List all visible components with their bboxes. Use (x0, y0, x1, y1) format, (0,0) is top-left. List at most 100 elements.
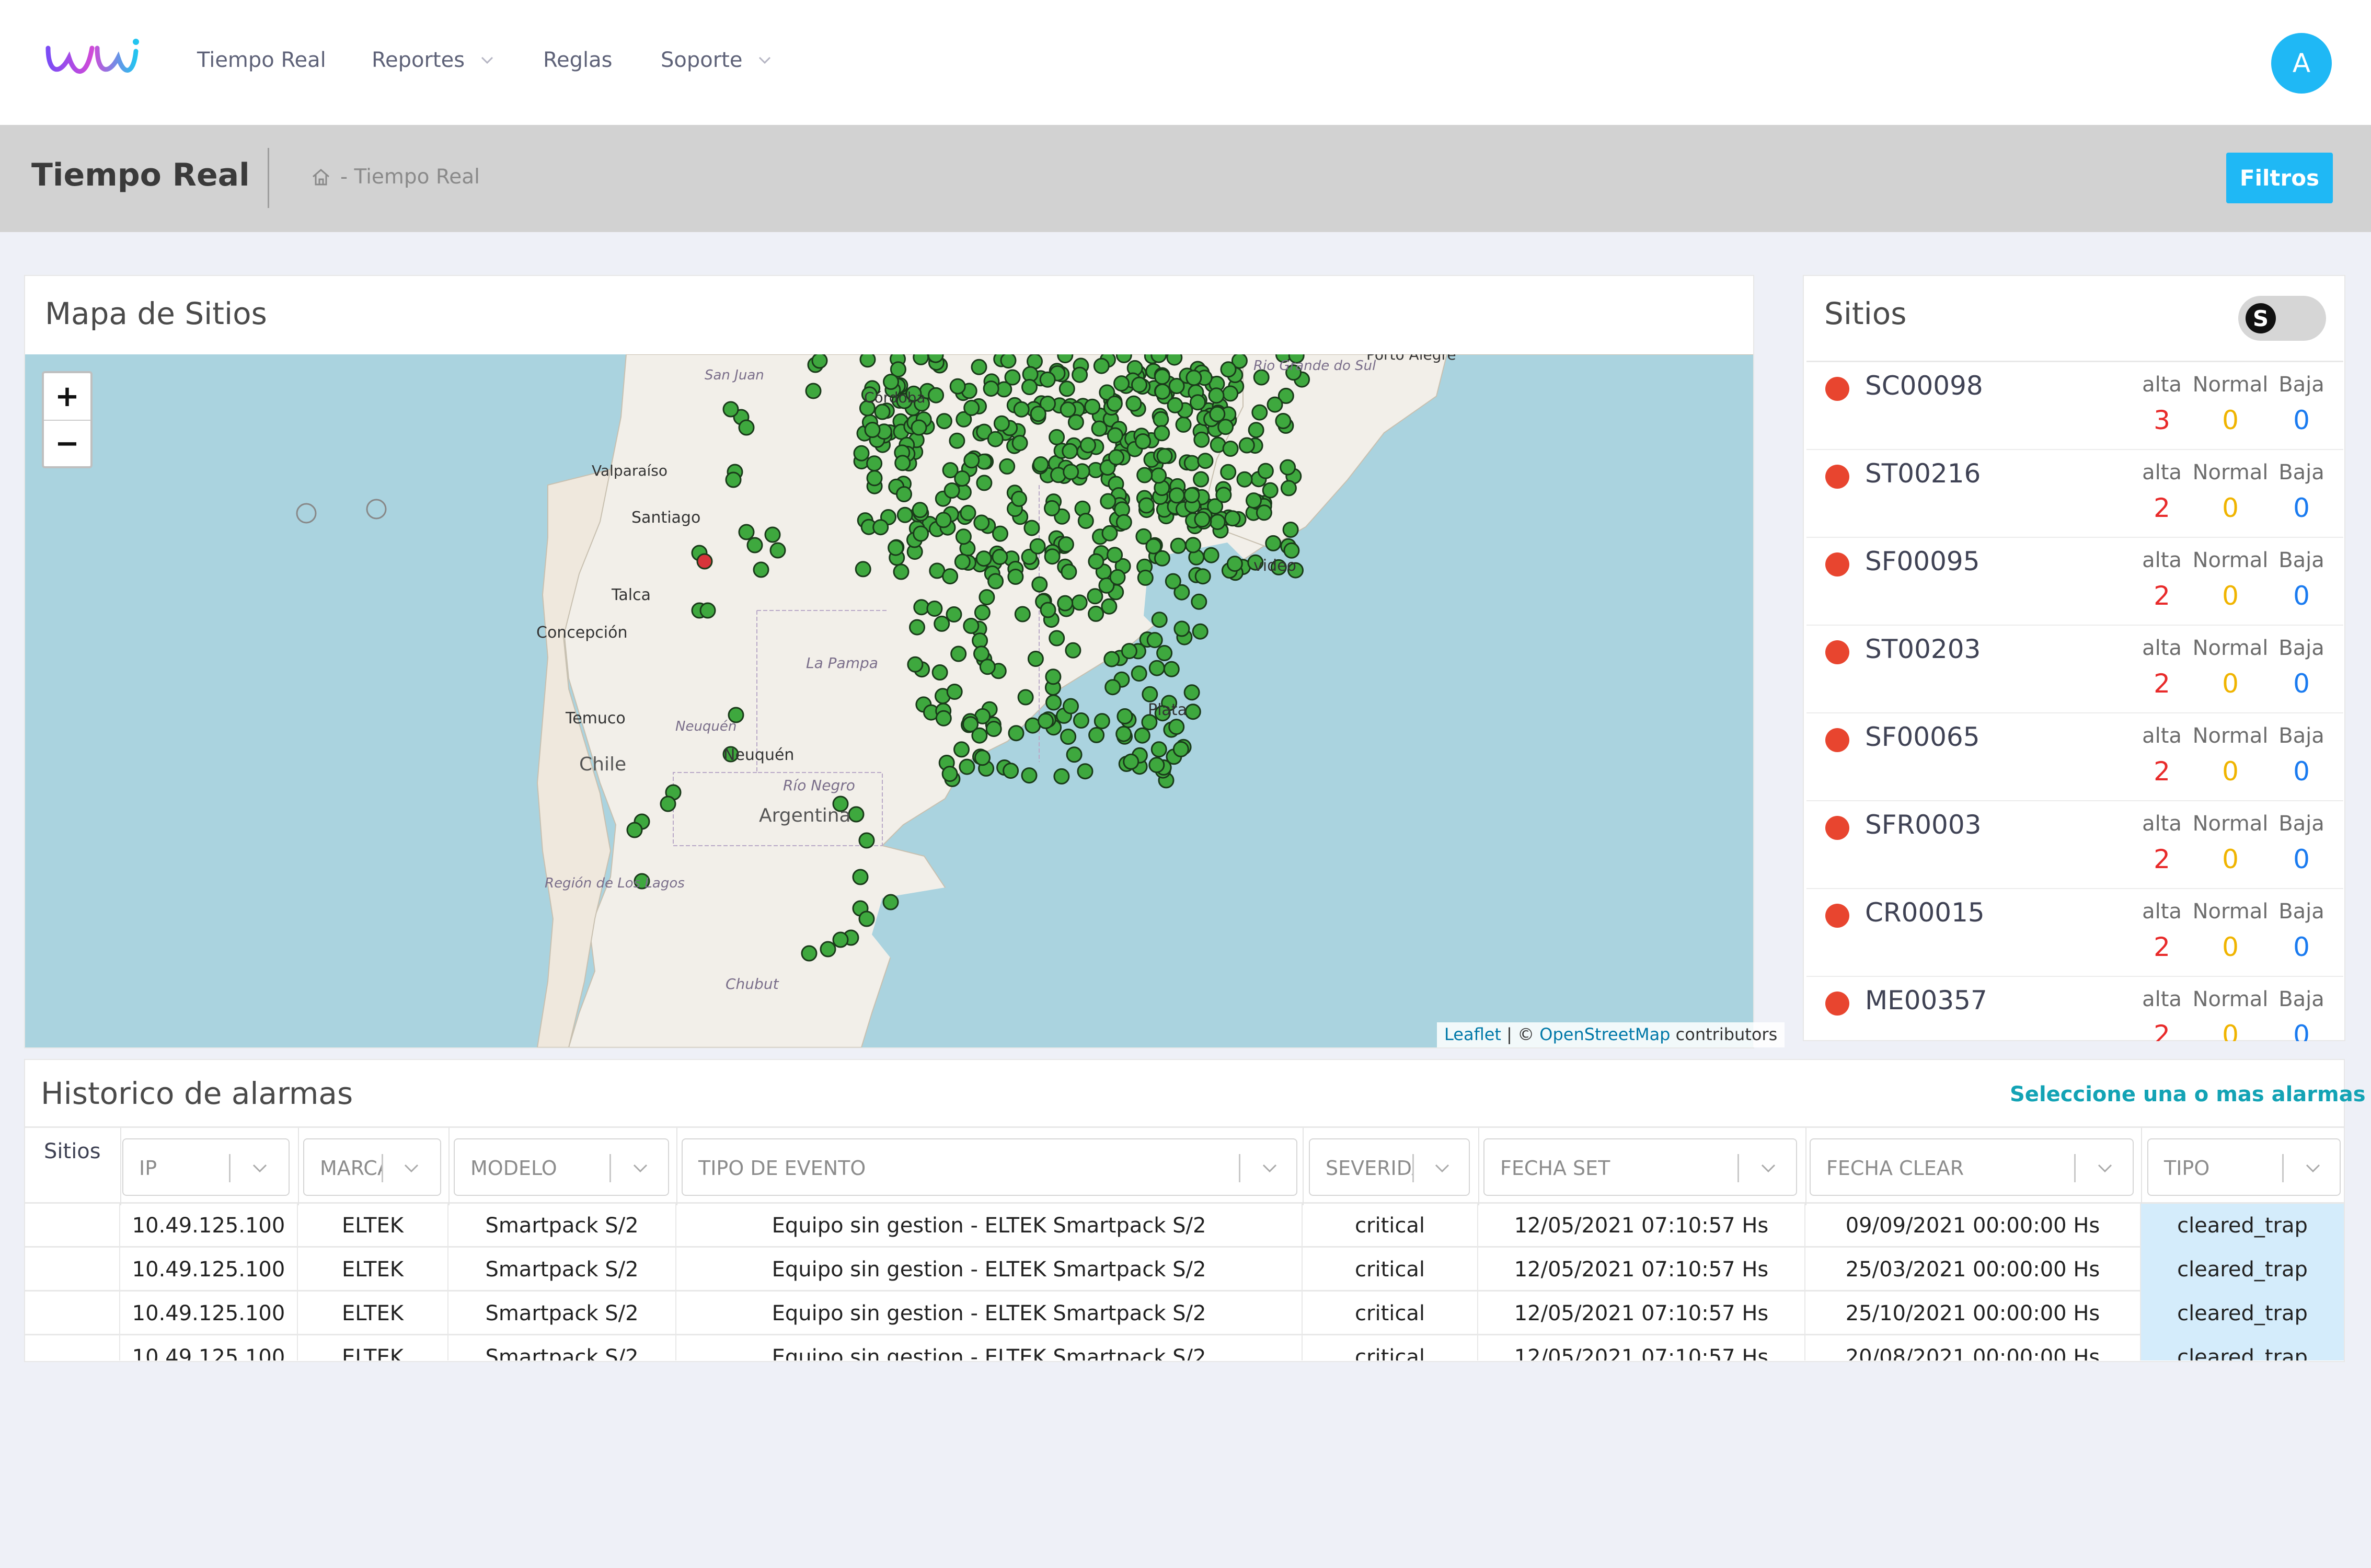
site-marker[interactable] (722, 401, 739, 418)
site-marker[interactable] (1197, 453, 1214, 469)
fecha-clear-filter-select[interactable]: FECHA CLEAR (1810, 1138, 2134, 1196)
site-marker[interactable] (1011, 490, 1027, 507)
site-marker[interactable] (738, 419, 755, 436)
site-marker[interactable] (882, 894, 899, 910)
filters-button[interactable]: Filtros (2226, 153, 2333, 203)
site-row[interactable]: ST00203 alta Normal Baja 2 0 0 (1806, 626, 2343, 713)
site-marker[interactable] (1175, 416, 1192, 433)
site-marker[interactable] (801, 945, 818, 962)
site-marker[interactable] (820, 941, 836, 958)
site-marker[interactable] (1121, 643, 1137, 660)
site-marker[interactable] (935, 512, 952, 528)
site-marker[interactable] (896, 486, 912, 502)
site-marker[interactable] (1193, 431, 1210, 448)
site-marker[interactable] (971, 359, 987, 375)
site-marker[interactable] (946, 684, 963, 700)
site-marker[interactable] (999, 458, 1016, 475)
site-marker[interactable] (853, 445, 870, 462)
site-marker[interactable] (699, 602, 716, 619)
site-marker[interactable] (893, 563, 910, 580)
tipo-filter-select[interactable]: TIPO (2147, 1138, 2341, 1196)
site-marker[interactable] (960, 504, 976, 521)
site-marker[interactable] (971, 727, 988, 744)
site-marker[interactable] (1131, 376, 1147, 393)
site-marker[interactable] (1073, 712, 1089, 729)
site-marker[interactable] (912, 502, 928, 518)
site-marker[interactable] (1106, 395, 1123, 412)
site-marker[interactable] (746, 537, 763, 554)
site-marker[interactable] (1094, 713, 1110, 730)
site-marker[interactable] (983, 381, 999, 397)
site-marker[interactable] (1100, 493, 1117, 510)
site-marker[interactable] (1060, 401, 1076, 418)
site-marker[interactable] (950, 645, 967, 662)
site-row[interactable]: SFR0003 alta Normal Baja 2 0 0 (1806, 801, 2343, 889)
site-marker[interactable] (1150, 467, 1167, 484)
site-marker[interactable] (1154, 550, 1170, 567)
site-marker[interactable] (931, 664, 948, 681)
site-marker[interactable] (992, 525, 1008, 542)
site-marker[interactable] (1168, 487, 1185, 504)
map-canvas[interactable]: San Juan Córdoba Rio Grande do Sul Porto… (25, 354, 1753, 1047)
site-marker[interactable] (1183, 684, 1200, 701)
site-marker[interactable] (1117, 708, 1133, 724)
site-marker[interactable] (1165, 573, 1181, 590)
site-marker[interactable] (1093, 358, 1110, 374)
site-marker[interactable] (1275, 413, 1292, 429)
nav-soporte[interactable]: Soporte (661, 48, 774, 72)
site-marker[interactable] (953, 741, 970, 758)
site-marker[interactable] (1079, 437, 1096, 454)
site-marker[interactable] (1087, 588, 1103, 605)
site-marker[interactable] (1183, 455, 1200, 471)
site-marker[interactable] (1215, 487, 1232, 503)
site-marker[interactable] (1248, 422, 1264, 439)
site-marker[interactable] (1170, 537, 1187, 554)
site-marker[interactable] (1217, 419, 1234, 435)
site-marker[interactable] (979, 659, 996, 675)
site-marker[interactable] (1186, 370, 1202, 386)
site-marker[interactable] (1183, 487, 1200, 503)
site-row[interactable]: SC00098 alta Normal Baja 3 0 0 (1806, 362, 2343, 450)
site-row[interactable]: ST00216 alta Normal Baja 2 0 0 (1806, 450, 2343, 538)
select-alarms-link[interactable]: Seleccione una o mas alarmas (2010, 1082, 2366, 1106)
site-marker[interactable] (954, 470, 971, 487)
site-marker[interactable] (660, 795, 676, 812)
site-marker[interactable] (1023, 520, 1040, 536)
site-marker[interactable] (927, 354, 944, 363)
home-icon[interactable] (310, 166, 332, 188)
site-marker[interactable] (913, 525, 929, 542)
site-marker[interactable] (1004, 369, 1021, 386)
site-marker[interactable] (955, 528, 972, 545)
sites-list[interactable]: SC00098 alta Normal Baja 3 0 0 ST00216 alta Norma… (1806, 361, 2343, 1041)
nav-reportes[interactable]: Reportes (372, 48, 496, 72)
site-marker[interactable] (1146, 632, 1163, 649)
sites-toggle[interactable]: S (2238, 296, 2326, 341)
site-marker[interactable] (858, 910, 875, 927)
site-marker[interactable] (811, 354, 828, 369)
modelo-filter-select[interactable]: MODELO (454, 1138, 669, 1196)
site-marker[interactable] (959, 758, 975, 775)
site-marker[interactable] (1257, 463, 1274, 479)
site-marker[interactable] (764, 526, 781, 543)
site-marker[interactable] (1057, 354, 1074, 364)
site-marker[interactable] (1029, 538, 1046, 555)
site-marker[interactable] (993, 415, 1010, 432)
site-marker[interactable] (896, 506, 913, 523)
site-marker[interactable] (1209, 406, 1226, 422)
site-marker[interactable] (866, 455, 883, 472)
severidad-filter-select[interactable]: SEVERIDAD (1309, 1138, 1470, 1196)
site-marker[interactable] (987, 431, 1004, 447)
site-marker[interactable] (1251, 404, 1268, 421)
site-marker[interactable] (963, 452, 980, 469)
site-marker[interactable] (1131, 665, 1147, 682)
site-marker[interactable] (1135, 433, 1152, 449)
nav-tiempo-real[interactable]: Tiempo Real (197, 48, 326, 72)
site-marker[interactable] (1061, 563, 1077, 580)
alarm-row[interactable]: 10.49.125.100 ELTEK Smartpack S/2 Equipo si… (25, 1248, 2344, 1292)
site-marker[interactable] (1049, 630, 1065, 647)
site-marker[interactable] (1063, 464, 1079, 480)
site-marker[interactable] (1280, 459, 1296, 476)
site-marker[interactable] (1031, 576, 1048, 593)
site-marker[interactable] (1208, 387, 1225, 404)
site-marker[interactable] (949, 378, 966, 395)
